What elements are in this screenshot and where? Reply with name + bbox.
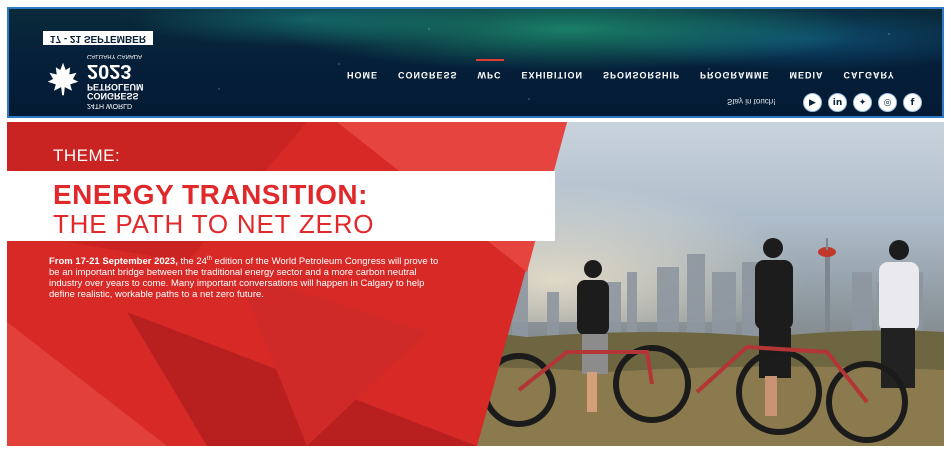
- theme-title-box: ENERGY TRANSITION: THE PATH TO NET ZERO: [7, 171, 555, 241]
- intro-paragraph: From 17-21 September 2023, the 24th edit…: [49, 254, 449, 300]
- logo-small-text: CALGARY CANADA: [87, 53, 143, 59]
- logo-congress: CONGRESS: [87, 91, 139, 101]
- social-links: ▶ in ✦ ◎ f: [803, 93, 922, 112]
- nav-congress[interactable]: CONGRESS: [388, 70, 468, 80]
- nav-home[interactable]: HOME: [337, 70, 388, 80]
- main-nav: HOME CONGRESS WPC EXHIBITION SPONSORSHIP…: [337, 70, 905, 80]
- hero-banner: THEME: ENERGY TRANSITION: THE PATH TO NE…: [7, 122, 944, 446]
- stay-in-touch-label: Stay in touch!: [727, 97, 776, 106]
- wpc-logo[interactable]: 17 - 21 SEPTEMBER CALGARY CANADA 2023 CO…: [39, 31, 179, 111]
- nav-media[interactable]: MEDIA: [780, 70, 834, 80]
- theme-title-line-1: ENERGY TRANSITION:: [53, 179, 368, 210]
- nav-exhibition[interactable]: EXHIBITION: [512, 70, 594, 80]
- logo-year: 2023: [87, 60, 132, 82]
- theme-title-line-2: THE PATH TO NET ZERO: [53, 209, 375, 239]
- maple-leaf-icon: [47, 62, 79, 96]
- intro-pre-sup: the 24: [177, 256, 207, 268]
- site-header: 17 - 21 SEPTEMBER CALGARY CANADA 2023 CO…: [7, 7, 944, 118]
- intro-lead: From 17-21 September 2023,: [49, 256, 178, 268]
- logo-dates: 17 - 21 SEPTEMBER: [43, 31, 153, 45]
- nav-programme[interactable]: PROGRAMME: [690, 70, 780, 80]
- nav-wpc[interactable]: WPC: [468, 70, 512, 80]
- logo-line-3: 24TH WORLD: [87, 102, 133, 109]
- logo-petroleum: PETROLEUM: [87, 82, 144, 92]
- theme-label: THEME:: [53, 146, 121, 165]
- linkedin-icon[interactable]: in: [828, 93, 847, 112]
- logo-line-1: CONGRESS PETROLEUM: [87, 82, 144, 101]
- instagram-icon[interactable]: ◎: [878, 93, 897, 112]
- youtube-icon[interactable]: ▶: [803, 93, 822, 112]
- twitter-icon[interactable]: ✦: [853, 93, 872, 112]
- nav-sponsorship[interactable]: SPONSORSHIP: [593, 70, 690, 80]
- facebook-icon[interactable]: f: [903, 93, 922, 112]
- nav-calgary[interactable]: CALGARY: [834, 70, 905, 80]
